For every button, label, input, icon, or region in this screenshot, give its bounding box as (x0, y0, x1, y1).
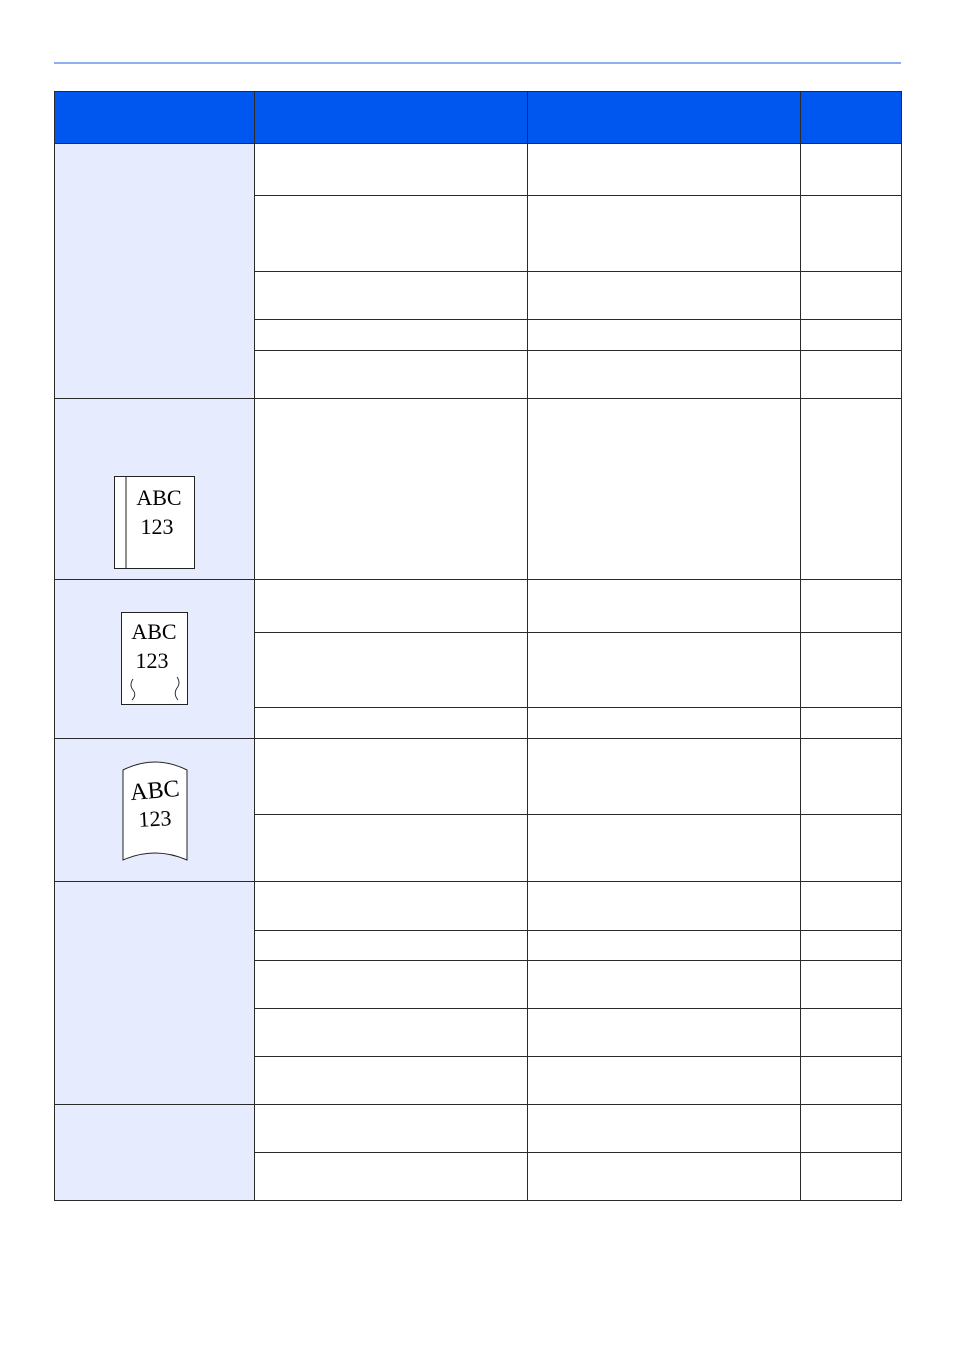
reference-cell (800, 632, 902, 708)
table-row (54, 881, 902, 1105)
checkpoint-cell (254, 319, 528, 351)
checkpoint-cell (254, 1104, 528, 1153)
reference-cell (800, 398, 902, 580)
action-cell (527, 881, 801, 931)
checkpoint-cell (254, 881, 528, 931)
checkpoint-cell (254, 398, 528, 580)
action-cell (527, 350, 801, 399)
action-cell (527, 579, 801, 633)
reference-cell (800, 579, 902, 633)
action-cell (527, 707, 801, 739)
action-cell (527, 1152, 801, 1201)
action-cell (527, 1008, 801, 1057)
reference-cell (800, 960, 902, 1009)
checkpoint-cell (254, 579, 528, 633)
curled-page-illustration: ABC 123 (122, 761, 187, 861)
checkpoint-cell (254, 814, 528, 882)
reference-cell (800, 1152, 902, 1201)
action-cell (527, 960, 801, 1009)
header-cell-symptom (54, 91, 255, 144)
table-row: ABC 123 (54, 579, 902, 739)
symptom-cell: ABC 123 (54, 738, 255, 882)
action-cell (527, 271, 801, 320)
symptom-cell: ABC 123 (54, 398, 255, 580)
svg-text:123: 123 (140, 514, 173, 539)
reference-cell (800, 271, 902, 320)
table-row: ABC 123 (54, 738, 902, 882)
symptom-cell (54, 881, 255, 1105)
checkpoint-cell (254, 738, 528, 815)
checkpoint-cell (254, 1008, 528, 1057)
symptom-cell (54, 143, 255, 399)
checkpoint-cell (254, 930, 528, 961)
reference-cell (800, 738, 902, 815)
action-cell (527, 632, 801, 708)
svg-text:123: 123 (135, 648, 168, 673)
reference-cell (800, 930, 902, 961)
svg-text:ABC: ABC (136, 485, 181, 510)
action-cell (527, 1104, 801, 1153)
checkpoint-cell (254, 707, 528, 739)
reference-cell (800, 350, 902, 399)
header-cell-checkpoint (254, 91, 528, 144)
svg-text:ABC: ABC (131, 619, 176, 644)
reference-cell (800, 707, 902, 739)
action-cell (527, 930, 801, 961)
action-cell (527, 195, 801, 272)
action-cell (527, 738, 801, 815)
symptom-cell: ABC 123 (54, 579, 255, 739)
checkpoint-cell (254, 350, 528, 399)
table-row: ABC 123 (54, 398, 902, 580)
wrinkled-page-illustration: ABC 123 (120, 612, 188, 705)
checkpoint-cell (254, 632, 528, 708)
reference-cell (800, 814, 902, 882)
troubleshooting-table: ABC 123 ABC 123 ABC 123 (54, 91, 902, 1201)
checkpoint-cell (254, 143, 528, 196)
svg-text:123: 123 (137, 805, 171, 832)
header-rule (54, 62, 901, 64)
header-cell-reference (800, 91, 902, 144)
action-cell (527, 1056, 801, 1105)
binding-shadow-illustration: ABC 123 (113, 476, 195, 569)
reference-cell (800, 1056, 902, 1105)
checkpoint-cell (254, 960, 528, 1009)
table-header (54, 91, 902, 144)
reference-cell (800, 1008, 902, 1057)
checkpoint-cell (254, 1056, 528, 1105)
action-cell (527, 814, 801, 882)
reference-cell (800, 1104, 902, 1153)
checkpoint-cell (254, 195, 528, 272)
reference-cell (800, 195, 902, 272)
table-row (54, 1104, 902, 1201)
header-cell-action (527, 91, 801, 144)
reference-cell (800, 143, 902, 196)
checkpoint-cell (254, 1152, 528, 1201)
checkpoint-cell (254, 271, 528, 320)
symptom-cell (54, 1104, 255, 1201)
svg-text:ABC: ABC (129, 776, 180, 806)
action-cell (527, 319, 801, 351)
table-row (54, 143, 902, 399)
reference-cell (800, 319, 902, 351)
reference-cell (800, 881, 902, 931)
action-cell (527, 398, 801, 580)
action-cell (527, 143, 801, 196)
